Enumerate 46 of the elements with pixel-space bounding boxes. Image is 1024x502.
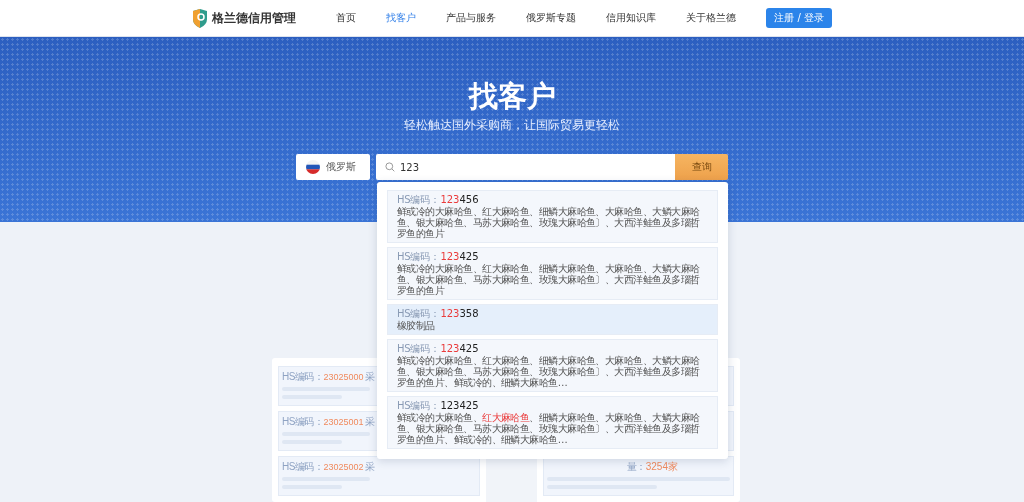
hs-code-label: HS编码： bbox=[397, 251, 440, 262]
suggestion-item[interactable]: HS编码：123425 鲜或冷的大麻哈鱼、红大麻哈鱼、细鳞大麻哈鱼、大麻哈鱼、大鳞大麻哈鱼、银大麻哈鱼、马苏大麻哈鱼、玫瑰大麻哈鱼〕、大西洋鲑鱼及多瑙哲罗鱼的鱼片 bbox=[387, 247, 718, 300]
card-text: 采 bbox=[365, 416, 376, 428]
hs-code-label: HS编码： bbox=[397, 400, 440, 411]
card-text: 采 bbox=[365, 371, 376, 383]
nav-link[interactable]: 关于格兰德 bbox=[686, 11, 736, 25]
product-description: 鲜或冷的大麻哈鱼、红大麻哈鱼、细鳞大麻哈鱼、大麻哈鱼、大鳞大麻哈鱼、银大麻哈鱼、马苏大麻哈鱼、玫瑰大麻哈鱼〕、大西洋鲑鱼及多瑙哲罗鱼的鱼片、鲜或冷的、细鳞大麻哈鱼… bbox=[397, 412, 701, 445]
hs-code: 123425 bbox=[440, 251, 479, 262]
hs-code: 123358 bbox=[440, 308, 479, 319]
hs-code-label: HS编码： bbox=[397, 194, 440, 205]
product-description: 鲜或冷的大麻哈鱼、红大麻哈鱼、细鳞大麻哈鱼、大麻哈鱼、大鳞大麻哈鱼、银大麻哈鱼、马苏大麻哈鱼、玫瑰大麻哈鱼〕、大西洋鲑鱼及多瑙哲罗鱼的鱼片 bbox=[397, 263, 701, 296]
hs-code-label: HS编码： bbox=[282, 416, 324, 428]
hs-code: 23025001 bbox=[323, 416, 364, 428]
search-field[interactable]: 123 bbox=[376, 154, 675, 180]
suggestion-item[interactable]: HS编码：123358 橡胶制品 bbox=[387, 304, 718, 335]
hs-code-label: HS编码： bbox=[282, 461, 324, 473]
hs-code: 123425 bbox=[440, 343, 479, 354]
suggestion-item[interactable]: HS编码：123425 鲜或冷的大麻哈鱼、红大麻哈鱼、细鳞大麻哈鱼、大麻哈鱼、大鳞大麻哈鱼、银大麻哈鱼、马苏大麻哈鱼、玫瑰大麻哈鱼〕、大西洋鲑鱼及多瑙哲罗鱼的鱼片、鲜或冷的、细鳞大麻哈鱼… bbox=[387, 339, 718, 392]
logo-text: 格兰德信用管理 bbox=[212, 9, 296, 27]
nav-link[interactable]: 信用知识库 bbox=[606, 11, 656, 25]
product-description: 鲜或冷的大麻哈鱼、红大麻哈鱼、细鳞大麻哈鱼、大麻哈鱼、大鳞大麻哈鱼、银大麻哈鱼、马苏大麻哈鱼、玫瑰大麻哈鱼〕、大西洋鲑鱼及多瑙哲罗鱼的鱼片、鲜或冷的、细鳞大麻哈鱼… bbox=[397, 355, 701, 388]
hero-title: 找客户 bbox=[468, 79, 556, 113]
country-select[interactable]: 俄罗斯 bbox=[296, 154, 370, 180]
hs-code: 123456 bbox=[440, 194, 479, 205]
hs-code-label: HS编码： bbox=[397, 343, 440, 354]
quantity-value: 3254家 bbox=[645, 461, 678, 473]
hs-code-label: HS编码： bbox=[282, 371, 324, 383]
product-description: 鲜或冷的大麻哈鱼、红大麻哈鱼、细鳞大麻哈鱼、大麻哈鱼、大鳞大麻哈鱼、银大麻哈鱼、马苏大麻哈鱼、玫瑰大麻哈鱼〕、大西洋鲑鱼及多瑙哲罗鱼的鱼片 bbox=[397, 206, 701, 239]
suggestion-item[interactable]: HS编码：123425 鲜或冷的大麻哈鱼、红大麻哈鱼、细鳞大麻哈鱼、大麻哈鱼、大鳞大麻哈鱼、银大麻哈鱼、马苏大麻哈鱼、玫瑰大麻哈鱼〕、大西洋鲑鱼及多瑙哲罗鱼的鱼片、鲜或冷的、细鳞大麻哈鱼… bbox=[387, 396, 718, 449]
search-button[interactable]: 查询 bbox=[675, 154, 728, 180]
nav-link[interactable]: 首页 bbox=[336, 11, 356, 25]
hs-code: 23025000 bbox=[323, 371, 364, 383]
quantity-label: 量： bbox=[626, 461, 646, 473]
hs-code: 123425 bbox=[440, 400, 479, 411]
login-button[interactable]: 注册 / 登录 bbox=[766, 8, 832, 28]
hs-code: 23025002 bbox=[323, 461, 364, 473]
flag-icon bbox=[306, 160, 320, 174]
hs-code-label: HS编码： bbox=[397, 308, 440, 319]
suggestion-item[interactable]: HS编码：123456 鲜或冷的大麻哈鱼、红大麻哈鱼、细鳞大麻哈鱼、大麻哈鱼、大鳞大麻哈鱼、银大麻哈鱼、马苏大麻哈鱼、玫瑰大麻哈鱼〕、大西洋鲑鱼及多瑙哲罗鱼的鱼片 bbox=[387, 190, 718, 243]
card-text: 采 bbox=[365, 461, 376, 473]
nav-link[interactable]: 产品与服务 bbox=[446, 11, 496, 25]
shield-logo-icon bbox=[192, 8, 208, 28]
nav-link[interactable]: 俄罗斯专题 bbox=[526, 11, 576, 25]
nav-link[interactable]: 找客户 bbox=[386, 11, 416, 25]
hero-subtitle: 轻松触达国外采购商，让国际贸易更轻松 bbox=[404, 117, 620, 133]
product-description: 橡胶制品 bbox=[397, 320, 436, 331]
